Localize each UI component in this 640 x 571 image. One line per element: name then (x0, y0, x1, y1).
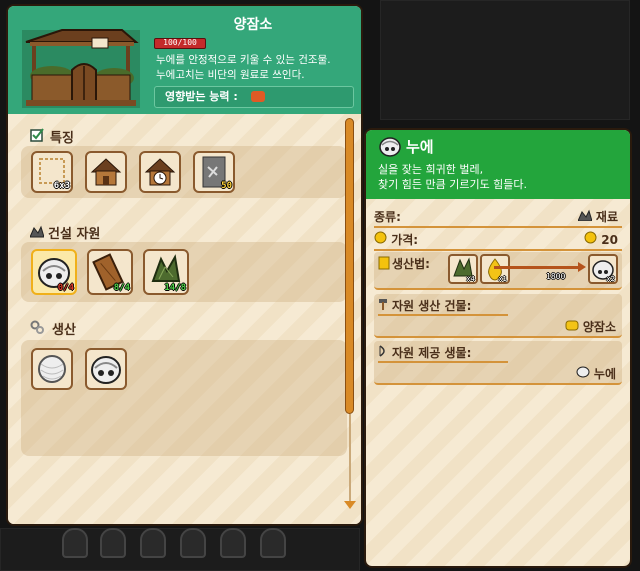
recipe-label: 생산법: (392, 257, 430, 271)
fist-icon[interactable] (251, 91, 265, 102)
resource-title: 누에 (406, 138, 434, 156)
recipe-arrow-head-icon (578, 262, 586, 272)
provider-creature-value-wrap[interactable]: 누에 (576, 365, 616, 382)
house-clock-slot[interactable] (139, 151, 181, 193)
resource-description: 실을 잦는 희귀한 벌레, 찾기 힘든 만큼 기르기도 힘들다. (378, 162, 623, 192)
bottom-unit-icon[interactable] (100, 528, 126, 558)
resource-detail-panel: 누에 실을 잦는 희귀한 벌레, 찾기 힘든 만큼 기르기도 힘들다. 종류: … (366, 130, 630, 566)
features-row: 6x3 50 (21, 146, 347, 198)
bottom-unit-icon[interactable] (260, 528, 286, 558)
scrollbar-track[interactable] (349, 414, 351, 502)
price-label: 가격: (391, 233, 419, 247)
producer-building-value-wrap[interactable]: 양잠소 (565, 318, 616, 335)
build-cost-slot[interactable]: 50 (193, 151, 235, 193)
provider-creature-label: 자원 제공 생물: (392, 346, 472, 360)
resource-description-line-2: 찾기 힘든 만큼 기르기도 힘들다. (378, 178, 528, 191)
silk-farm-building-image (22, 29, 140, 108)
material-pile-icon (576, 209, 593, 222)
building-title: 양잠소 (233, 17, 273, 33)
scrollbar-thumb[interactable] (345, 118, 354, 414)
building-description-line-2: 누에고치는 비단의 원료로 쓰인다. (156, 69, 305, 81)
producer-building-value: 양잠소 (582, 320, 616, 334)
bottom-unit-icon[interactable] (140, 528, 166, 558)
house-clock-icon (144, 158, 176, 186)
glove-icon (565, 320, 579, 331)
coin-icon (584, 231, 597, 244)
building-body: 특징 6x3 50 건설 자원 0/4 8/4 14/8 생산 (8, 114, 361, 524)
cocoon-product-slot[interactable] (31, 348, 73, 390)
producer-building-underline (378, 314, 508, 316)
bottom-unit-icon[interactable] (62, 528, 88, 558)
resource-description-line-1: 실을 잦는 희귀한 벌레, (378, 163, 484, 176)
house-slot[interactable] (85, 151, 127, 193)
type-value: 재료 (595, 210, 618, 224)
type-label: 종류: (374, 210, 401, 224)
checkbox-icon (30, 128, 44, 142)
type-row: 종류: 재료 (374, 208, 622, 228)
features-title: 특징 (50, 131, 74, 146)
materials-row: 0/4 8/4 14/8 (21, 242, 347, 302)
scroll-down-arrow-icon[interactable] (344, 501, 356, 509)
size-badge: 6x3 (53, 181, 70, 191)
provider-creature-box: 자원 제공 생물: 누에 (374, 341, 622, 385)
hp-text: 100/100 (163, 38, 197, 47)
price-value-wrap: 20 (584, 231, 618, 247)
silkworm-material-badge: 0/4 (57, 283, 74, 293)
producer-building-box: 자원 생산 건물: 양잠소 (374, 294, 622, 338)
silkworm-icon (379, 137, 401, 157)
bottom-unit-icon[interactable] (220, 528, 246, 558)
building-description-line-1: 누에를 안정적으로 키울 수 있는 건조물. (156, 54, 331, 66)
leaf-material-badge: 14/8 (164, 283, 186, 293)
producer-building-label: 자원 생산 건물: (392, 299, 472, 313)
silkworm-product-slot[interactable] (85, 348, 127, 390)
price-row: 가격: 20 (374, 231, 622, 251)
coin-icon (374, 231, 387, 244)
hammer-icon (379, 299, 387, 310)
silkworm-icon (576, 366, 590, 378)
production-row (21, 340, 347, 456)
recipe-input-leaf[interactable]: x4 (448, 254, 478, 284)
recipe-output-badge: x2 (606, 275, 615, 283)
provider-creature-underline (378, 361, 508, 363)
type-value-wrap: 재료 (576, 208, 618, 225)
bottom-unit-icon[interactable] (180, 528, 206, 558)
size-slot[interactable]: 6x3 (31, 151, 73, 193)
recipe-input-oil[interactable]: x1 (480, 254, 510, 284)
affected-ability-box[interactable]: 영향받는 능력 : (154, 86, 354, 108)
gears-icon (30, 320, 44, 334)
recipe-time: 1800 (546, 272, 566, 281)
scroll-icon (378, 256, 390, 270)
bow-icon (379, 345, 385, 357)
recipe-input-oil-badge: x1 (498, 275, 507, 283)
material-pile-icon (30, 225, 44, 238)
production-title: 생산 (52, 323, 76, 338)
recipe-input-leaf-badge: x4 (466, 275, 475, 283)
wood-material-badge: 8/4 (113, 283, 130, 293)
recipe-output-silkworm[interactable]: x2 (588, 254, 618, 284)
house-icon (90, 158, 122, 186)
leaf-material-slot[interactable]: 14/8 (143, 249, 189, 295)
building-header: 양잠소 100/100 누에를 안정적으로 키울 수 있는 건조물. 누에고치는… (8, 6, 361, 114)
silkworm-icon (91, 356, 121, 384)
build-cost-badge: 50 (221, 181, 232, 191)
wood-material-slot[interactable]: 8/4 (87, 249, 133, 295)
provider-creature-value: 누에 (593, 367, 616, 381)
building-info-panel: 양잠소 100/100 누에를 안정적으로 키울 수 있는 건조물. 누에고치는… (8, 6, 361, 524)
silkworm-material-slot[interactable]: 0/4 (31, 249, 77, 295)
price-value: 20 (601, 233, 618, 247)
cocoon-icon (38, 355, 66, 383)
building-description: 누에를 안정적으로 키울 수 있는 건조물. 누에고치는 비단의 원료로 쓰인다… (156, 53, 356, 83)
materials-title: 건설 자원 (48, 227, 101, 242)
background-tile (380, 0, 630, 120)
affected-ability-label: 영향받는 능력 : (165, 90, 238, 103)
recipe-arrow-line (494, 266, 580, 269)
hp-bar: 100/100 (154, 38, 206, 49)
resource-header: 누에 실을 잦는 희귀한 벌레, 찾기 힘든 만큼 기르기도 힘들다. (366, 130, 630, 199)
